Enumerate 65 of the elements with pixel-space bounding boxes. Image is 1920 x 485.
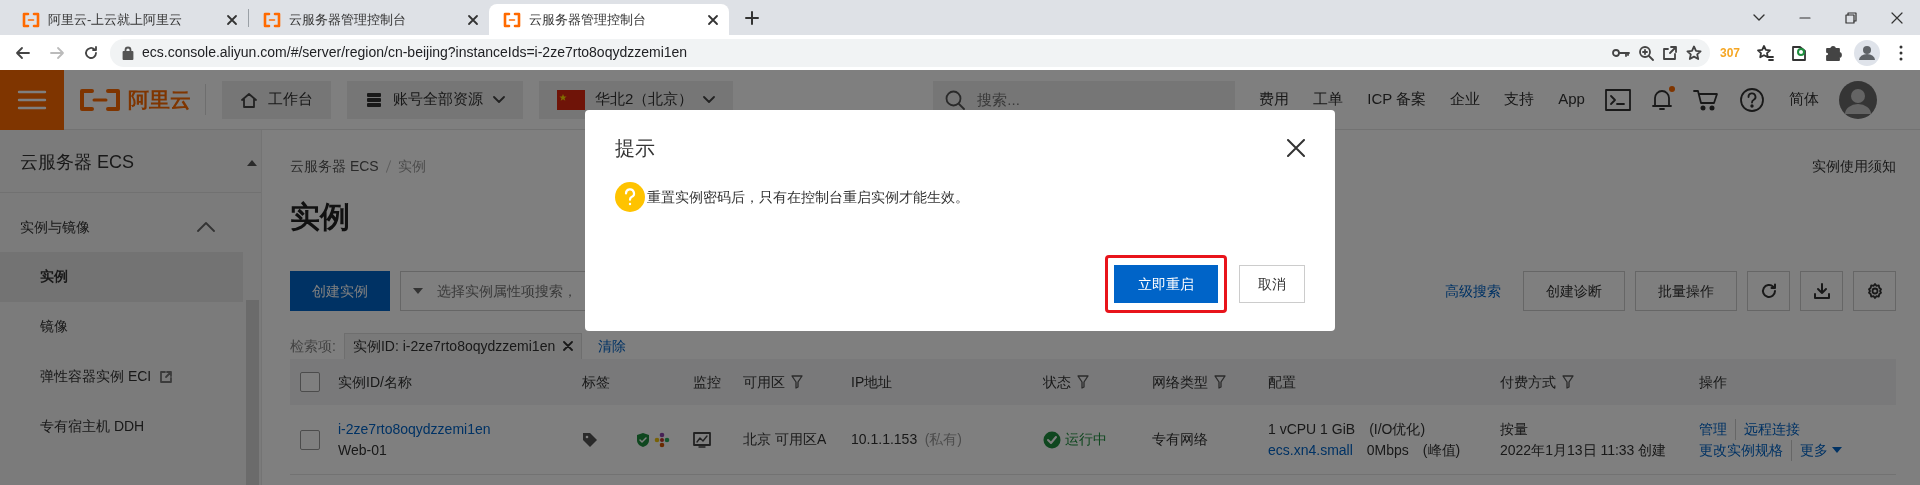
address-bar[interactable]: ecs.console.aliyun.com/#/server/region/cn-beijing?instanceIds=i-2ze7rto8oqydzzemi1en xyxy=(110,38,1710,67)
browser-tab[interactable]: 阿里云-上云就上阿里云 xyxy=(8,4,248,35)
column-header: 状态 xyxy=(1043,372,1071,392)
nav-link[interactable]: 企业 xyxy=(1450,88,1481,111)
action-link[interactable]: 管理 xyxy=(1699,418,1727,440)
tab-title: 云服务器管理控制台 xyxy=(529,10,647,29)
filter-label: 检索项: xyxy=(290,336,336,356)
network-type: 专有网络 xyxy=(1152,430,1209,449)
url-text: ecs.console.aliyun.com/#/server/region/cn-beijing?instanceIds=i-2ze7rto8oqydzzemi1en xyxy=(142,43,689,62)
instance-id-link[interactable]: i-2ze7rto8oqydzzemi1en xyxy=(338,418,582,440)
restart-button[interactable]: 立即重启 xyxy=(1114,265,1218,303)
tag-text: 实例ID: i-2ze7rto8oqydzzemi1en xyxy=(352,336,556,356)
config-spec: 1 vCPU 1 GiB xyxy=(1268,419,1356,439)
status-text: 运行中 xyxy=(1065,430,1107,449)
tab-title: 云服务器管理控制台 xyxy=(289,10,407,29)
sidebar-group-header[interactable]: 实例与镜像 xyxy=(0,192,243,252)
billing-type: 按量 xyxy=(1500,419,1529,439)
column-header: IP地址 xyxy=(851,372,893,392)
language-link[interactable]: 简体 xyxy=(1788,88,1819,111)
browser-tab[interactable]: 云服务器管理控制台 xyxy=(489,4,729,35)
created-time: 2022年1月13日 11:33 创建 xyxy=(1500,440,1668,460)
create-instance-button[interactable]: 创建实例 xyxy=(290,271,390,311)
resources-dropdown[interactable]: 账号全部资源 xyxy=(347,80,523,119)
column-header: 网络类型 xyxy=(1152,372,1208,392)
column-header: 操作 xyxy=(1699,372,1727,392)
dialog-title: 提示 xyxy=(615,136,655,160)
notice-link[interactable]: 实例使用须知 xyxy=(1812,156,1896,177)
action-link[interactable]: 远程连接 xyxy=(1735,418,1800,440)
bandwidth: 0Mbps xyxy=(1366,440,1409,460)
column-header: 标签 xyxy=(582,372,610,392)
nav-link[interactable]: 支持 xyxy=(1504,88,1535,111)
nav-link[interactable]: 费用 xyxy=(1259,88,1290,111)
sidebar-item[interactable]: 弹性容器实例 ECI xyxy=(0,351,243,402)
toolbar-button[interactable]: 创建诊断 xyxy=(1523,271,1625,311)
column-header: 监控 xyxy=(693,372,721,392)
instance-type-link[interactable]: ecs.xn4.small xyxy=(1268,439,1353,461)
logo-text: 阿里云 xyxy=(128,86,191,113)
action-link[interactable]: 更多 xyxy=(1791,439,1842,461)
config-note: (I/O优化) xyxy=(1369,419,1426,439)
nav-link[interactable]: ICP 备案 xyxy=(1367,88,1427,111)
cancel-button[interactable]: 取消 xyxy=(1239,265,1305,303)
toolbar-button[interactable]: 批量操作 xyxy=(1635,271,1737,311)
nav-link[interactable]: App xyxy=(1558,88,1585,111)
action-link[interactable]: 更改实例规格 xyxy=(1699,439,1783,461)
zone-text: 北京 可用区A xyxy=(743,430,828,449)
ip-address: 10.1.1.153 xyxy=(851,430,918,449)
browser-tab[interactable]: 云服务器管理控制台 xyxy=(249,4,489,35)
column-header: 可用区 xyxy=(743,372,785,392)
sidebar-item[interactable]: 实例 xyxy=(0,251,243,302)
dialog-message: 重置实例密码后，只有在控制台重启实例才能生效。 xyxy=(647,187,969,207)
column-header: 实例ID/名称 xyxy=(338,372,412,392)
workbench-button[interactable]: 工作台 xyxy=(222,80,331,119)
bandwidth-note: (峰值) xyxy=(1422,440,1461,460)
group-label: 实例与镜像 xyxy=(20,217,90,237)
nav-link[interactable]: 工单 xyxy=(1313,88,1344,111)
sidebar-item[interactable]: 专有宿主机 DDH xyxy=(0,401,243,452)
page-title: 实例 xyxy=(290,199,350,235)
clear-link[interactable]: 清除 xyxy=(598,335,627,357)
column-header: 付费方式 xyxy=(1500,372,1556,392)
breadcrumb-item[interactable]: 云服务器 ECS xyxy=(290,156,379,177)
sidebar-title: 云服务器 ECS xyxy=(0,130,261,193)
advanced-search-link[interactable]: 高级搜索 xyxy=(1445,280,1501,302)
column-header: 配置 xyxy=(1268,372,1296,392)
instance-name: Web-01 xyxy=(338,440,388,460)
tab-title: 阿里云-上云就上阿里云 xyxy=(48,10,184,29)
